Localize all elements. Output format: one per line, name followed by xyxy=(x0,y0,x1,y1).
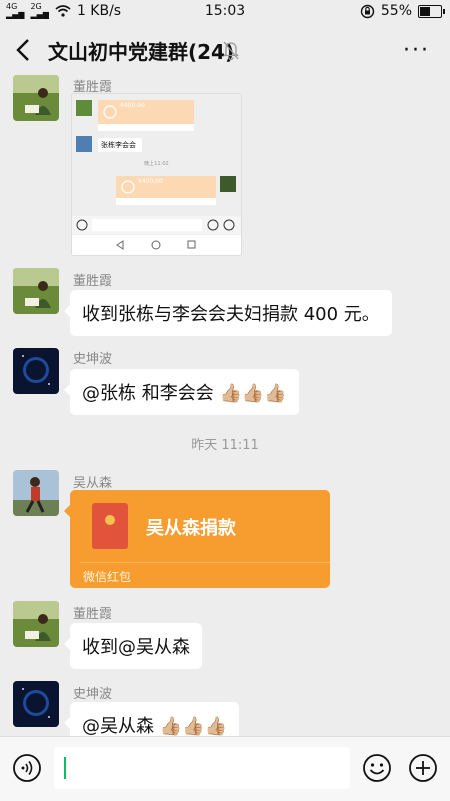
status-bar: 4G ▂▄▆ 2G ▂▄▆ 1 KB/s 15:03 55% xyxy=(0,0,450,24)
thumbs-up-icon: 👍🏼👍🏼👍🏼 xyxy=(219,383,287,404)
message-input[interactable] xyxy=(54,747,350,789)
red-packet-label: 微信红包 xyxy=(83,570,132,584)
avatar[interactable] xyxy=(13,681,59,727)
thumbs-up-icon: 👍🏼👍🏼👍🏼 xyxy=(159,716,227,737)
emoji-icon[interactable] xyxy=(362,753,392,783)
chat-header: 文山初中党建群(24) ··· xyxy=(0,24,450,76)
mute-bell-icon xyxy=(222,41,240,61)
more-options-button[interactable]: ··· xyxy=(403,38,430,63)
battery-level xyxy=(420,6,430,16)
red-packet-icon xyxy=(92,503,128,549)
input-bar xyxy=(0,736,450,801)
avatar-night-sky-image xyxy=(13,348,59,394)
text-message[interactable]: 收到张栋与李会会夫妇捐款 400 元。 xyxy=(64,290,392,336)
avatar-reader-image xyxy=(13,601,59,647)
avatar[interactable] xyxy=(13,348,59,394)
red-packet-title: 吴从森捐款 xyxy=(146,518,236,539)
image-message[interactable]: ¥400.00 张栋李会会 晚上11:02 ¥400.00 xyxy=(71,93,242,256)
sender-name: 董胜霞 xyxy=(73,607,113,622)
avatar-night-sky-image xyxy=(13,681,59,727)
red-packet-message[interactable]: 吴从森捐款 微信红包 xyxy=(64,490,330,588)
avatar[interactable] xyxy=(13,75,59,121)
plus-icon[interactable] xyxy=(408,753,438,783)
sender-name: 史坤波 xyxy=(73,687,113,702)
avatar[interactable] xyxy=(13,601,59,647)
embedded-name-label: 张栋李会会 xyxy=(101,141,136,149)
avatar-runner-image xyxy=(13,470,59,516)
rotation-lock-icon xyxy=(360,4,375,18)
text-cursor xyxy=(64,757,66,779)
battery-icon xyxy=(418,4,445,18)
embedded-time: 晚上11:02 xyxy=(144,161,169,167)
embedded-amount-2: ¥400.00 xyxy=(138,178,163,185)
battery-percent: 55% xyxy=(380,3,412,19)
back-arrow-icon[interactable] xyxy=(12,35,36,65)
avatar-reader-image xyxy=(13,268,59,314)
avatar[interactable] xyxy=(13,268,59,314)
sender-name: 史坤波 xyxy=(73,352,113,367)
sender-name: 吴从森 xyxy=(73,476,113,491)
text-message[interactable]: @张栋 和李会会 👍🏼👍🏼👍🏼 xyxy=(64,369,299,415)
time-divider: 昨天 11:11 xyxy=(191,438,259,453)
avatar[interactable] xyxy=(13,470,59,516)
sender-name: 董胜霞 xyxy=(73,274,113,289)
message-text: @吴从森 xyxy=(82,716,160,737)
message-text: @张栋 和李会会 xyxy=(82,383,214,404)
text-message[interactable]: 收到@吴从森 xyxy=(64,623,202,669)
red-packet-divider xyxy=(80,562,330,563)
voice-input-icon[interactable] xyxy=(12,753,42,783)
group-title[interactable]: 文山初中党建群(24) xyxy=(48,36,234,65)
embedded-amount-1: ¥400.00 xyxy=(120,102,145,109)
avatar-reader-image xyxy=(13,75,59,121)
embedded-screenshot xyxy=(72,94,241,255)
